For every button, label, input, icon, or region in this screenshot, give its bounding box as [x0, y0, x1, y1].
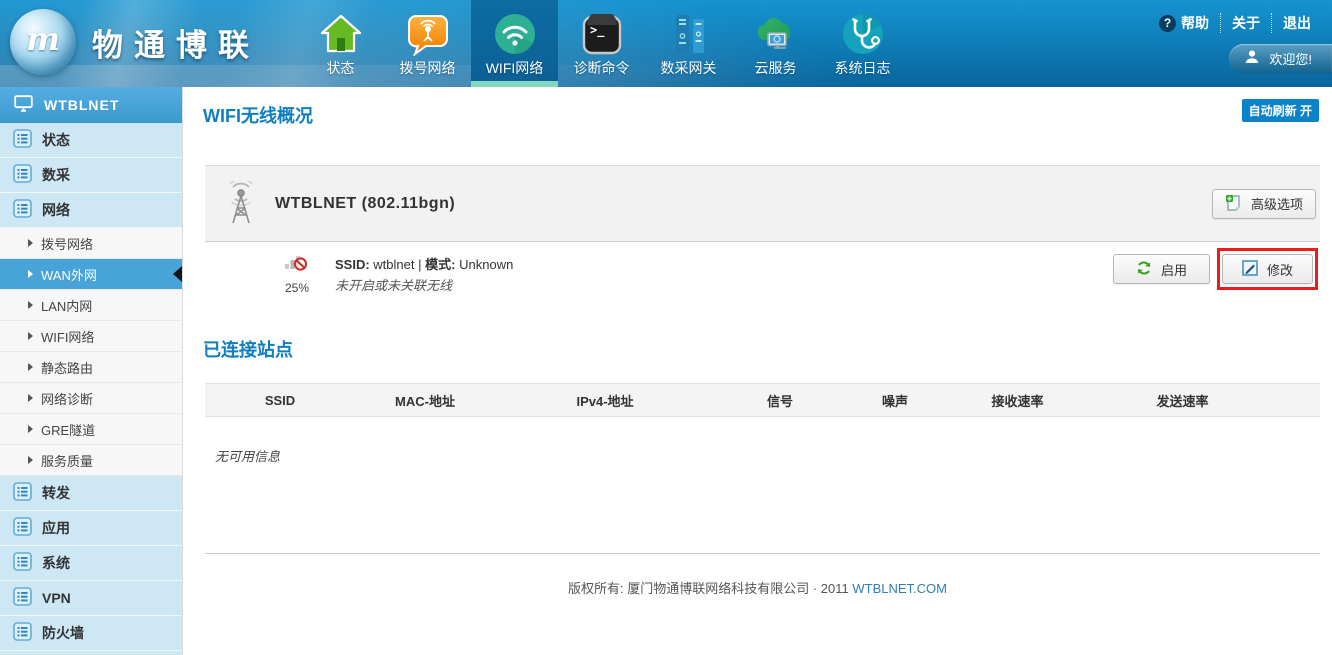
column-mac: MAC-地址 [355, 391, 495, 410]
sidebar-item-gre-tunnel[interactable]: GRE隧道 [0, 414, 182, 445]
wireless-status-note: 未开启或未关联无线 [335, 275, 452, 294]
column-noise: 噪声 [845, 391, 945, 410]
terminal-icon: >_ [581, 8, 623, 56]
wifi-panel-body: 25% SSID: wtblnet | 模式: Unknown 未开启或未关联无… [205, 242, 1320, 310]
main-nav: 状态 拨号网络 [297, 0, 906, 87]
gateway-icon [667, 8, 711, 56]
tab-diagnostic-commands[interactable]: >_ 诊断命令 [558, 0, 645, 87]
sidebar-item-lan[interactable]: LAN内网 [0, 290, 182, 321]
column-rx-rate: 接收速率 [945, 391, 1090, 410]
sidebar-item-status[interactable]: 状态 [0, 123, 182, 158]
column-tx-rate: 发送速率 [1090, 391, 1275, 410]
note-add-icon [1225, 194, 1242, 214]
sidebar-item-system[interactable]: 系统 [0, 546, 182, 581]
empty-table-message: 无可用信息 [215, 446, 280, 465]
tab-system-log[interactable]: 系统日志 [819, 0, 906, 87]
footer: 版权所有: 厦门物通博联网络科技有限公司 · 2011 WTBLNET.COM [183, 578, 1332, 597]
sidebar-item-data-collection[interactable]: 数采 [0, 158, 182, 193]
logout-link[interactable]: 退出 [1271, 13, 1322, 33]
tab-dialup-network[interactable]: 拨号网络 [384, 0, 471, 87]
help-link[interactable]: ? 帮助 [1148, 13, 1220, 33]
connected-stations-title: 已连接站点 [203, 336, 293, 362]
ssid-mode-line: SSID: wtblnet | 模式: Unknown [335, 254, 513, 273]
signal-blocked-icon [284, 260, 310, 277]
cloud-icon [753, 8, 799, 56]
chevron-right-icon [28, 301, 33, 309]
list-icon [13, 199, 32, 221]
antenna-icon [221, 181, 261, 232]
stations-table-header: SSID MAC-地址 IPv4-地址 信号 噪声 接收速率 发送速率 [205, 383, 1320, 417]
sidebar-item-network[interactable]: 网络 [0, 193, 182, 228]
chevron-right-icon [28, 239, 33, 247]
enable-button[interactable]: 启用 [1113, 254, 1210, 284]
list-icon [13, 129, 32, 151]
edit-icon [1242, 260, 1258, 279]
wifi-panel-header: WTBLNET (802.11bgn) 高级选项 [205, 165, 1320, 242]
list-icon [13, 552, 32, 574]
main-content: WIFI无线概况 自动刷新 开 WTBLNET (802.11bgn) 高级选项 [183, 87, 1332, 655]
list-icon [13, 622, 32, 644]
advanced-options-button[interactable]: 高级选项 [1212, 189, 1316, 219]
refresh-icon [1136, 260, 1152, 279]
sidebar-item-forwarding[interactable]: 转发 [0, 476, 182, 511]
globe-logo-icon: m [10, 9, 76, 75]
welcome-text: 欢迎您! [1269, 49, 1312, 68]
chevron-right-icon [28, 425, 33, 433]
signal-percent: 25% [275, 281, 319, 295]
network-title: WTBLNET (802.11bgn) [275, 195, 455, 213]
sidebar-item-applications[interactable]: 应用 [0, 511, 182, 546]
list-icon [13, 164, 32, 186]
chevron-right-icon [28, 456, 33, 464]
help-icon: ? [1159, 15, 1176, 32]
sidebar-device-title[interactable]: WTBLNET [0, 87, 182, 123]
chevron-right-icon [28, 394, 33, 402]
list-icon [13, 482, 32, 504]
svg-text:>_: >_ [590, 23, 605, 38]
welcome-pill[interactable]: 欢迎您! [1229, 44, 1332, 73]
top-bar: m 物通博联 状态 拨号网络 [0, 0, 1332, 87]
wifi-icon [493, 8, 537, 56]
footer-divider [205, 553, 1320, 554]
wifi-overview-panel: WTBLNET (802.11bgn) 高级选项 [205, 165, 1320, 310]
about-link[interactable]: 关于 [1220, 13, 1271, 33]
footer-link[interactable]: WTBLNET.COM [852, 581, 947, 596]
column-ipv4: IPv4-地址 [495, 391, 715, 410]
dialup-icon [406, 8, 450, 56]
sidebar: WTBLNET 状态 数采 网络 拨号网络 WAN外网 LAN内网 WIFI网络… [0, 87, 183, 655]
home-icon [319, 8, 363, 56]
chevron-right-icon [28, 270, 33, 278]
monitor-icon [14, 95, 33, 115]
sidebar-item-network-diagnosis[interactable]: 网络诊断 [0, 383, 182, 414]
tab-cloud-service[interactable]: 云服务 [732, 0, 819, 87]
sidebar-item-wan[interactable]: WAN外网 [0, 259, 182, 290]
copyright-text: 版权所有: 厦门物通博联网络科技有限公司 · 2011 [568, 581, 852, 596]
sidebar-item-firewall[interactable]: 防火墙 [0, 616, 182, 651]
stethoscope-icon [841, 8, 885, 56]
utility-links: ? 帮助 关于 退出 [1148, 13, 1322, 33]
list-icon [13, 517, 32, 539]
brand-name: 物通博联 [92, 20, 260, 65]
sidebar-item-dialup-network[interactable]: 拨号网络 [0, 228, 182, 259]
user-icon [1244, 49, 1260, 68]
chevron-right-icon [28, 363, 33, 371]
sidebar-item-wifi-network[interactable]: WIFI网络 [0, 321, 182, 352]
modify-button[interactable]: 修改 [1222, 254, 1313, 284]
list-icon [13, 587, 32, 609]
tab-wifi-network[interactable]: WIFI网络 [471, 0, 558, 87]
chevron-right-icon [28, 332, 33, 340]
column-signal: 信号 [715, 391, 845, 410]
page-title: WIFI无线概况 [203, 102, 313, 128]
brand-logo: m 物通博联 [10, 9, 260, 75]
auto-refresh-toggle[interactable]: 自动刷新 开 [1242, 99, 1319, 122]
tab-status[interactable]: 状态 [297, 0, 384, 87]
sidebar-item-static-route[interactable]: 静态路由 [0, 352, 182, 383]
tab-data-gateway[interactable]: 数采网关 [645, 0, 732, 87]
column-ssid: SSID [205, 393, 355, 408]
sidebar-item-qos[interactable]: 服务质量 [0, 445, 182, 476]
signal-indicator: 25% [275, 251, 319, 295]
sidebar-item-vpn[interactable]: VPN [0, 581, 182, 616]
